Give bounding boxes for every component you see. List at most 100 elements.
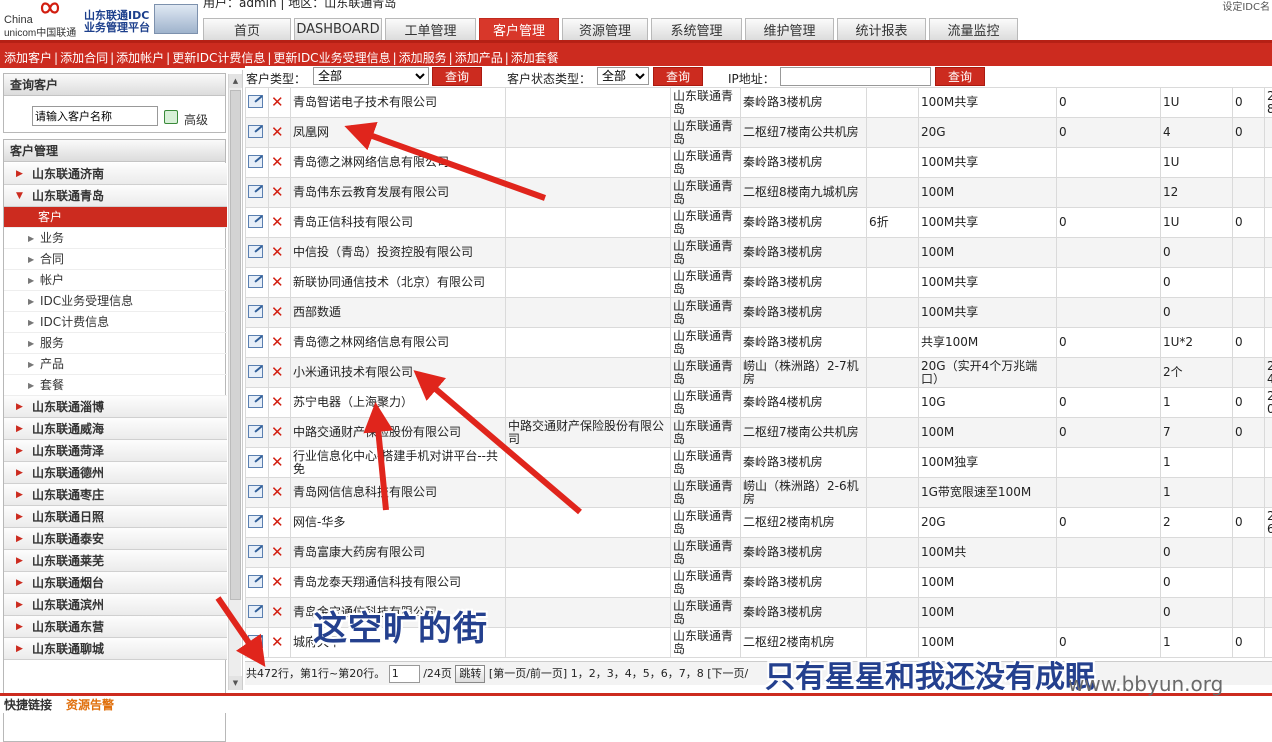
sub-item-5[interactable]: ▶IDC计费信息: [4, 312, 227, 333]
tab-3[interactable]: 客户管理: [479, 18, 559, 40]
edit-cell[interactable]: [246, 118, 269, 148]
delete-cell[interactable]: ✕: [269, 478, 291, 508]
edit-cell[interactable]: [246, 418, 269, 448]
delete-cell[interactable]: ✕: [269, 238, 291, 268]
tab-7[interactable]: 统计报表: [837, 18, 926, 40]
quick-links[interactable]: 快捷链接: [4, 696, 52, 714]
delete-icon[interactable]: ✕: [271, 393, 284, 411]
edit-icon[interactable]: [248, 125, 263, 138]
delete-cell[interactable]: ✕: [269, 418, 291, 448]
delete-cell[interactable]: ✕: [269, 298, 291, 328]
delete-cell[interactable]: ✕: [269, 328, 291, 358]
delete-icon[interactable]: ✕: [271, 483, 284, 501]
edit-icon[interactable]: [248, 485, 263, 498]
sub-item-8[interactable]: ▶套餐: [4, 375, 227, 396]
edit-icon[interactable]: [248, 95, 263, 108]
delete-cell[interactable]: ✕: [269, 148, 291, 178]
sub-item-0[interactable]: 客户: [4, 207, 227, 228]
action-link-7[interactable]: 添加套餐: [511, 51, 559, 65]
region-group[interactable]: ▶山东联通东营: [4, 616, 227, 638]
action-link-1[interactable]: 添加合同: [60, 51, 108, 65]
customer-type-select[interactable]: 全部: [313, 67, 429, 85]
region-group[interactable]: ▶山东联通济南: [4, 163, 227, 185]
tab-5[interactable]: 系统管理: [651, 18, 742, 40]
edit-cell[interactable]: [246, 88, 269, 118]
pager-next-last[interactable]: [下一页/: [707, 667, 748, 680]
edit-icon[interactable]: [248, 515, 263, 528]
delete-cell[interactable]: ✕: [269, 628, 291, 658]
edit-cell[interactable]: [246, 388, 269, 418]
delete-icon[interactable]: ✕: [271, 453, 284, 471]
tab-2[interactable]: 工单管理: [385, 18, 476, 40]
region-group[interactable]: ▶山东联通泰安: [4, 528, 227, 550]
action-link-4[interactable]: 更新IDC业务受理信息: [273, 51, 390, 65]
scroll-thumb[interactable]: [230, 90, 241, 600]
edit-icon[interactable]: [248, 605, 263, 618]
delete-icon[interactable]: ✕: [271, 543, 284, 561]
pager-first-prev[interactable]: [第一页/前一页]: [489, 667, 567, 680]
delete-icon[interactable]: ✕: [271, 213, 284, 231]
delete-icon[interactable]: ✕: [271, 573, 284, 591]
edit-cell[interactable]: [246, 328, 269, 358]
delete-cell[interactable]: ✕: [269, 388, 291, 418]
edit-cell[interactable]: [246, 148, 269, 178]
edit-cell[interactable]: [246, 508, 269, 538]
delete-cell[interactable]: ✕: [269, 118, 291, 148]
edit-icon[interactable]: [248, 575, 263, 588]
region-group[interactable]: ▶山东联通莱芜: [4, 550, 227, 572]
edit-icon[interactable]: [248, 275, 263, 288]
delete-cell[interactable]: ✕: [269, 598, 291, 628]
delete-cell[interactable]: ✕: [269, 268, 291, 298]
edit-cell[interactable]: [246, 208, 269, 238]
delete-cell[interactable]: ✕: [269, 178, 291, 208]
action-link-2[interactable]: 添加帐户: [116, 51, 164, 65]
delete-cell[interactable]: ✕: [269, 448, 291, 478]
edit-icon[interactable]: [248, 305, 263, 318]
edit-icon[interactable]: [248, 455, 263, 468]
tab-6[interactable]: 维护管理: [745, 18, 834, 40]
region-group[interactable]: ▶山东联通聊城: [4, 638, 227, 660]
sub-item-3[interactable]: ▶帐户: [4, 270, 227, 291]
delete-cell[interactable]: ✕: [269, 508, 291, 538]
customer-search-input[interactable]: [32, 106, 158, 126]
delete-cell[interactable]: ✕: [269, 568, 291, 598]
search-icon[interactable]: [164, 110, 178, 124]
delete-icon[interactable]: ✕: [271, 183, 284, 201]
region-group[interactable]: ▶山东联通日照: [4, 506, 227, 528]
delete-icon[interactable]: ✕: [271, 303, 284, 321]
edit-cell[interactable]: [246, 598, 269, 628]
delete-icon[interactable]: ✕: [271, 603, 284, 621]
edit-icon[interactable]: [248, 335, 263, 348]
tab-4[interactable]: 资源管理: [562, 18, 648, 40]
edit-cell[interactable]: [246, 478, 269, 508]
region-group[interactable]: ▶山东联通滨州: [4, 594, 227, 616]
edit-cell[interactable]: [246, 448, 269, 478]
sidebar-scrollbar[interactable]: ▲▼: [228, 74, 241, 690]
delete-icon[interactable]: ✕: [271, 423, 284, 441]
edit-cell[interactable]: [246, 538, 269, 568]
action-link-3[interactable]: 更新IDC计费信息: [172, 51, 265, 65]
region-group[interactable]: ▶山东联通枣庄: [4, 484, 227, 506]
tab-8[interactable]: 流量监控: [929, 18, 1018, 40]
top-right-link[interactable]: 设定IDC名: [1222, 0, 1270, 13]
edit-icon[interactable]: [248, 365, 263, 378]
query-button-ip[interactable]: 查询: [935, 67, 985, 86]
edit-cell[interactable]: [246, 268, 269, 298]
edit-icon[interactable]: [248, 545, 263, 558]
edit-icon[interactable]: [248, 395, 263, 408]
region-group[interactable]: ▶山东联通烟台: [4, 572, 227, 594]
resource-alarm-link[interactable]: 资源告警: [66, 696, 114, 714]
edit-icon[interactable]: [248, 155, 263, 168]
action-link-6[interactable]: 添加产品: [455, 51, 503, 65]
ip-address-input[interactable]: [780, 67, 931, 86]
region-group[interactable]: ▶山东联通德州: [4, 462, 227, 484]
region-group[interactable]: ▶山东联通菏泽: [4, 440, 227, 462]
action-link-5[interactable]: 添加服务: [399, 51, 447, 65]
sub-item-1[interactable]: ▶业务: [4, 228, 227, 249]
edit-cell[interactable]: [246, 298, 269, 328]
region-group[interactable]: ▶山东联通威海: [4, 418, 227, 440]
scroll-down-icon[interactable]: ▼: [229, 676, 242, 690]
jump-button[interactable]: 跳转: [455, 665, 485, 683]
delete-icon[interactable]: ✕: [271, 153, 284, 171]
delete-cell[interactable]: ✕: [269, 538, 291, 568]
